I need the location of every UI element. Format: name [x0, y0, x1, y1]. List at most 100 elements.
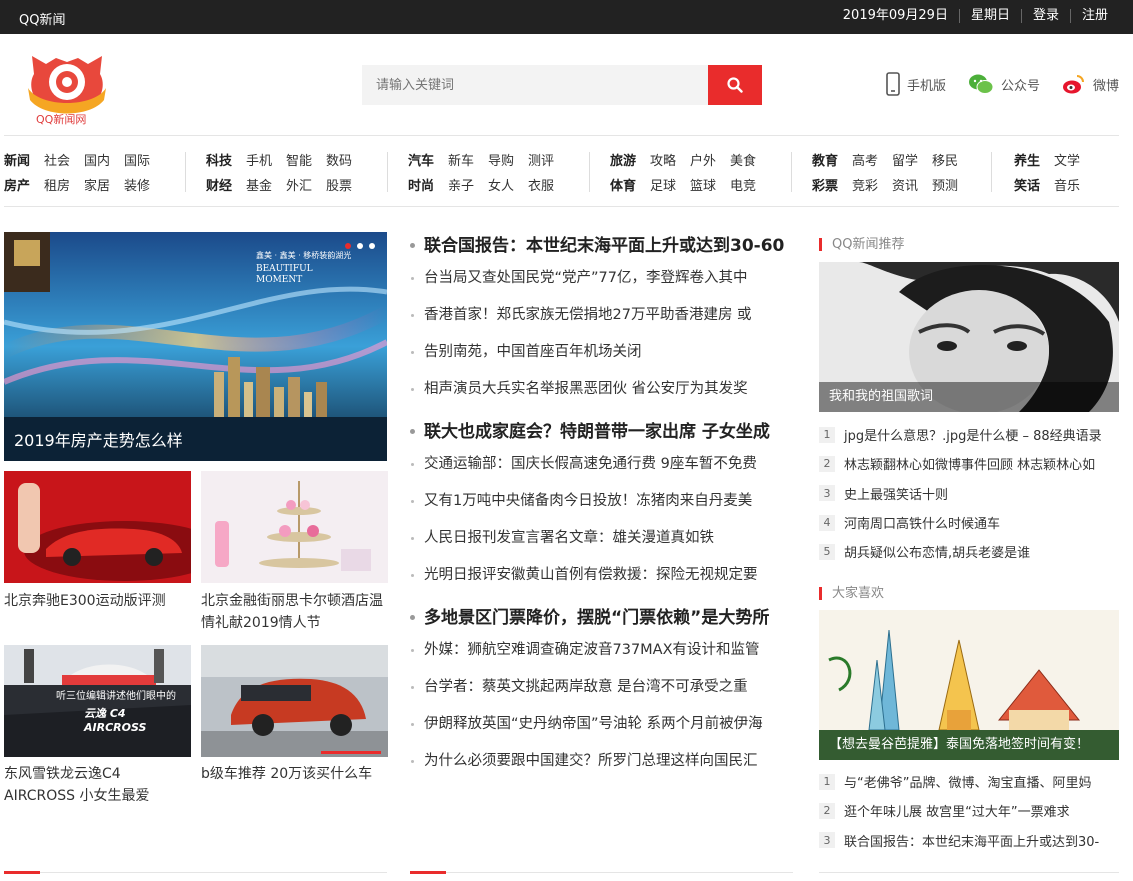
nav-item[interactable]: 科技 — [206, 150, 232, 175]
section-divider — [819, 872, 1119, 873]
nav-item[interactable]: 汽车 — [408, 150, 434, 175]
wechat-link-label: 公众号 — [1000, 78, 1040, 94]
wechat-link[interactable]: 公众号 — [968, 73, 1040, 95]
news-headline[interactable]: 联合国报告：本世纪末海平面上升或达到30-60 — [410, 232, 795, 260]
site-brand[interactable]: QQ新闻 — [19, 9, 65, 28]
nav-item[interactable]: 高考 — [852, 150, 878, 175]
list-item[interactable]: 2 逛个年味儿展 故宫里“过大年”一票难求 — [819, 796, 1119, 825]
nav-item[interactable]: 预测 — [932, 175, 958, 200]
register-link[interactable]: 注册 — [1069, 9, 1119, 23]
news-item[interactable]: 为什么必须要跟中国建交？所罗门总理这样向国民汇 — [410, 743, 795, 780]
slider-dot[interactable] — [357, 243, 363, 249]
list-item[interactable]: 3 史上最强笑话十则 — [819, 479, 1119, 508]
news-item[interactable]: 台当局又查处国民党“党产”77亿，李登辉卷入其中 — [410, 260, 795, 297]
nav-item[interactable]: 旅游 — [610, 150, 636, 175]
news-item[interactable]: 光明日报评安徽黄山首例有偿救援：探险无视规定要 — [410, 557, 795, 594]
nav-item[interactable]: 房产 — [4, 175, 30, 200]
hero-slider[interactable]: 鑫美 · 鑫美 · 移桥装韵湖光 BEAUTIFUL MOMENT 2019年房… — [4, 232, 387, 461]
nav-item[interactable]: 衣服 — [528, 175, 554, 200]
nav-item[interactable]: 家居 — [84, 175, 110, 200]
nav-item[interactable]: 美食 — [730, 150, 756, 175]
nav-item[interactable]: 体育 — [610, 175, 636, 200]
thumb-ritz[interactable] — [201, 471, 388, 583]
nav-item[interactable]: 装修 — [124, 175, 150, 200]
likes-image[interactable]: 【想去曼谷芭提雅】泰国免落地签时间有变！ — [819, 610, 1119, 760]
news-item[interactable]: 告别南苑，中国首座百年机场关闭 — [410, 334, 795, 371]
slider-dot[interactable] — [369, 243, 375, 249]
news-item[interactable]: 相声演员大兵实名举报黑恶团伙 省公安厅为其发奖 — [410, 371, 795, 408]
nav-item[interactable]: 足球 — [650, 175, 676, 200]
news-item[interactable]: 香港首家！郑氏家族无偿捐地27万平助香港建房 或 — [410, 297, 795, 334]
top-bar-right: 2019年09月29日 星期日 登录 注册 — [832, 9, 1119, 23]
nav-item[interactable]: 竞彩 — [852, 175, 878, 200]
nav-item[interactable]: 时尚 — [408, 175, 434, 200]
nav-item[interactable]: 音乐 — [1054, 175, 1080, 200]
nav-item[interactable]: 导购 — [488, 150, 514, 175]
news-headline[interactable]: 多地景区门票降价，摆脱“门票依赖”是大势所 — [410, 604, 795, 632]
nav-item[interactable]: 电竞 — [730, 175, 756, 200]
nav-item[interactable]: 养生 — [1014, 150, 1040, 175]
slider-dot[interactable] — [345, 243, 351, 249]
news-item[interactable]: 人民日报刊发宣言署名文章：雄关漫道真如铁 — [410, 520, 795, 557]
nav-item[interactable]: 智能 — [286, 150, 312, 175]
thumb-benz[interactable] — [4, 471, 191, 583]
list-item[interactable]: 4 河南周口高铁什么时候通车 — [819, 508, 1119, 537]
news-item[interactable]: 交通运输部：国庆长假高速免通行费 9座车暂不免费 — [410, 446, 795, 483]
mobile-link[interactable]: 手机版 — [886, 72, 946, 96]
nav-item[interactable]: 女人 — [488, 175, 514, 200]
recommend-image-caption[interactable]: 我和我的祖国歌词 — [819, 382, 1119, 412]
nav-item[interactable]: 测评 — [528, 150, 554, 175]
nav-item[interactable]: 移民 — [932, 150, 958, 175]
nav-item[interactable]: 基金 — [246, 175, 272, 200]
nav-item[interactable]: 留学 — [892, 150, 918, 175]
hero-banner-sub: 鑫美 · 鑫美 · 移桥装韵湖光 — [256, 251, 352, 260]
thumb-caption[interactable]: 北京奔驰E300运动版评测 — [4, 590, 194, 612]
nav-item[interactable]: 数码 — [326, 150, 352, 175]
list-item[interactable]: 1 jpg是什么意思？.jpg是什么梗 – 88经典语录 — [819, 420, 1119, 449]
thumb-caption[interactable]: 东风雪铁龙云逸C4 AIRCROSS 小女生最爱 — [4, 763, 194, 807]
recommend-image[interactable]: 我和我的祖国歌词 — [819, 262, 1119, 412]
section-divider — [4, 872, 387, 873]
news-item[interactable]: 伊朗释放英国“史丹纳帝国”号油轮 系两个月前被伊海 — [410, 706, 795, 743]
nav-item[interactable]: 手机 — [246, 150, 272, 175]
nav-item[interactable]: 国内 — [84, 150, 110, 175]
thumb-nissan[interactable] — [201, 645, 388, 757]
news-item[interactable]: 外媒：狮航空难调查确定波音737MAX有设计和监管 — [410, 632, 795, 669]
nav-item[interactable]: 彩票 — [812, 175, 838, 200]
search-input[interactable] — [362, 65, 708, 105]
list-item[interactable]: 2 林志颖翻林心如微博事件回顾 林志颖林心如 — [819, 449, 1119, 478]
list-item[interactable]: 1 与“老佛爷”品牌、微博、淘宝直播、阿里妈 — [819, 767, 1119, 796]
nav-item[interactable]: 社会 — [44, 150, 70, 175]
news-headline[interactable]: 联大也成家庭会？特朗普带一家出席 子女坐成 — [410, 418, 795, 446]
nav-item[interactable]: 国际 — [124, 150, 150, 175]
nav-item[interactable]: 文学 — [1054, 150, 1080, 175]
likes-image-caption[interactable]: 【想去曼谷芭提雅】泰国免落地签时间有变！ — [819, 730, 1119, 760]
nav-item[interactable]: 笑话 — [1014, 175, 1040, 200]
nav-item[interactable]: 新车 — [448, 150, 474, 175]
nav-item[interactable]: 亲子 — [448, 175, 474, 200]
nav-item[interactable]: 财经 — [206, 175, 232, 200]
nav-item[interactable]: 新闻 — [4, 150, 30, 175]
thumb-caption[interactable]: b级车推荐 20万该买什么车 — [201, 763, 391, 785]
search-button[interactable] — [708, 65, 762, 105]
nav-item[interactable]: 教育 — [812, 150, 838, 175]
mobile-link-label: 手机版 — [906, 78, 946, 94]
nav-item[interactable]: 股票 — [326, 175, 352, 200]
list-item[interactable]: 5 胡兵疑似公布恋情,胡兵老婆是谁 — [819, 537, 1119, 566]
nav-item[interactable]: 户外 — [690, 150, 716, 175]
list-item[interactable]: 3 联合国报告：本世纪末海平面上升或达到30- — [819, 826, 1119, 855]
nav-item[interactable]: 攻略 — [650, 150, 676, 175]
section-divider — [410, 872, 793, 873]
nav-item[interactable]: 外汇 — [286, 175, 312, 200]
nav-group-auto: 汽车 新车 导购 测评 时尚 亲子 女人 衣服 — [408, 150, 568, 200]
login-link[interactable]: 登录 — [1020, 9, 1070, 23]
thumb-citroen[interactable]: 听三位编辑讲述他们眼中的 云逸 C4 AIRCROSS — [4, 645, 191, 757]
news-item[interactable]: 又有1万吨中央储备肉今日投放！冻猪肉来自丹麦美 — [410, 483, 795, 520]
nav-item[interactable]: 资讯 — [892, 175, 918, 200]
nav-item[interactable]: 租房 — [44, 175, 70, 200]
hero-caption[interactable]: 2019年房产走势怎么样 — [14, 427, 183, 451]
weibo-link[interactable]: 微博 — [1062, 73, 1119, 95]
news-item[interactable]: 台学者：蔡英文挑起两岸敌意 是台湾不可承受之重 — [410, 669, 795, 706]
nav-item[interactable]: 篮球 — [690, 175, 716, 200]
thumb-caption[interactable]: 北京金融街丽思卡尔顿酒店温情礼献2019情人节 — [201, 590, 391, 634]
